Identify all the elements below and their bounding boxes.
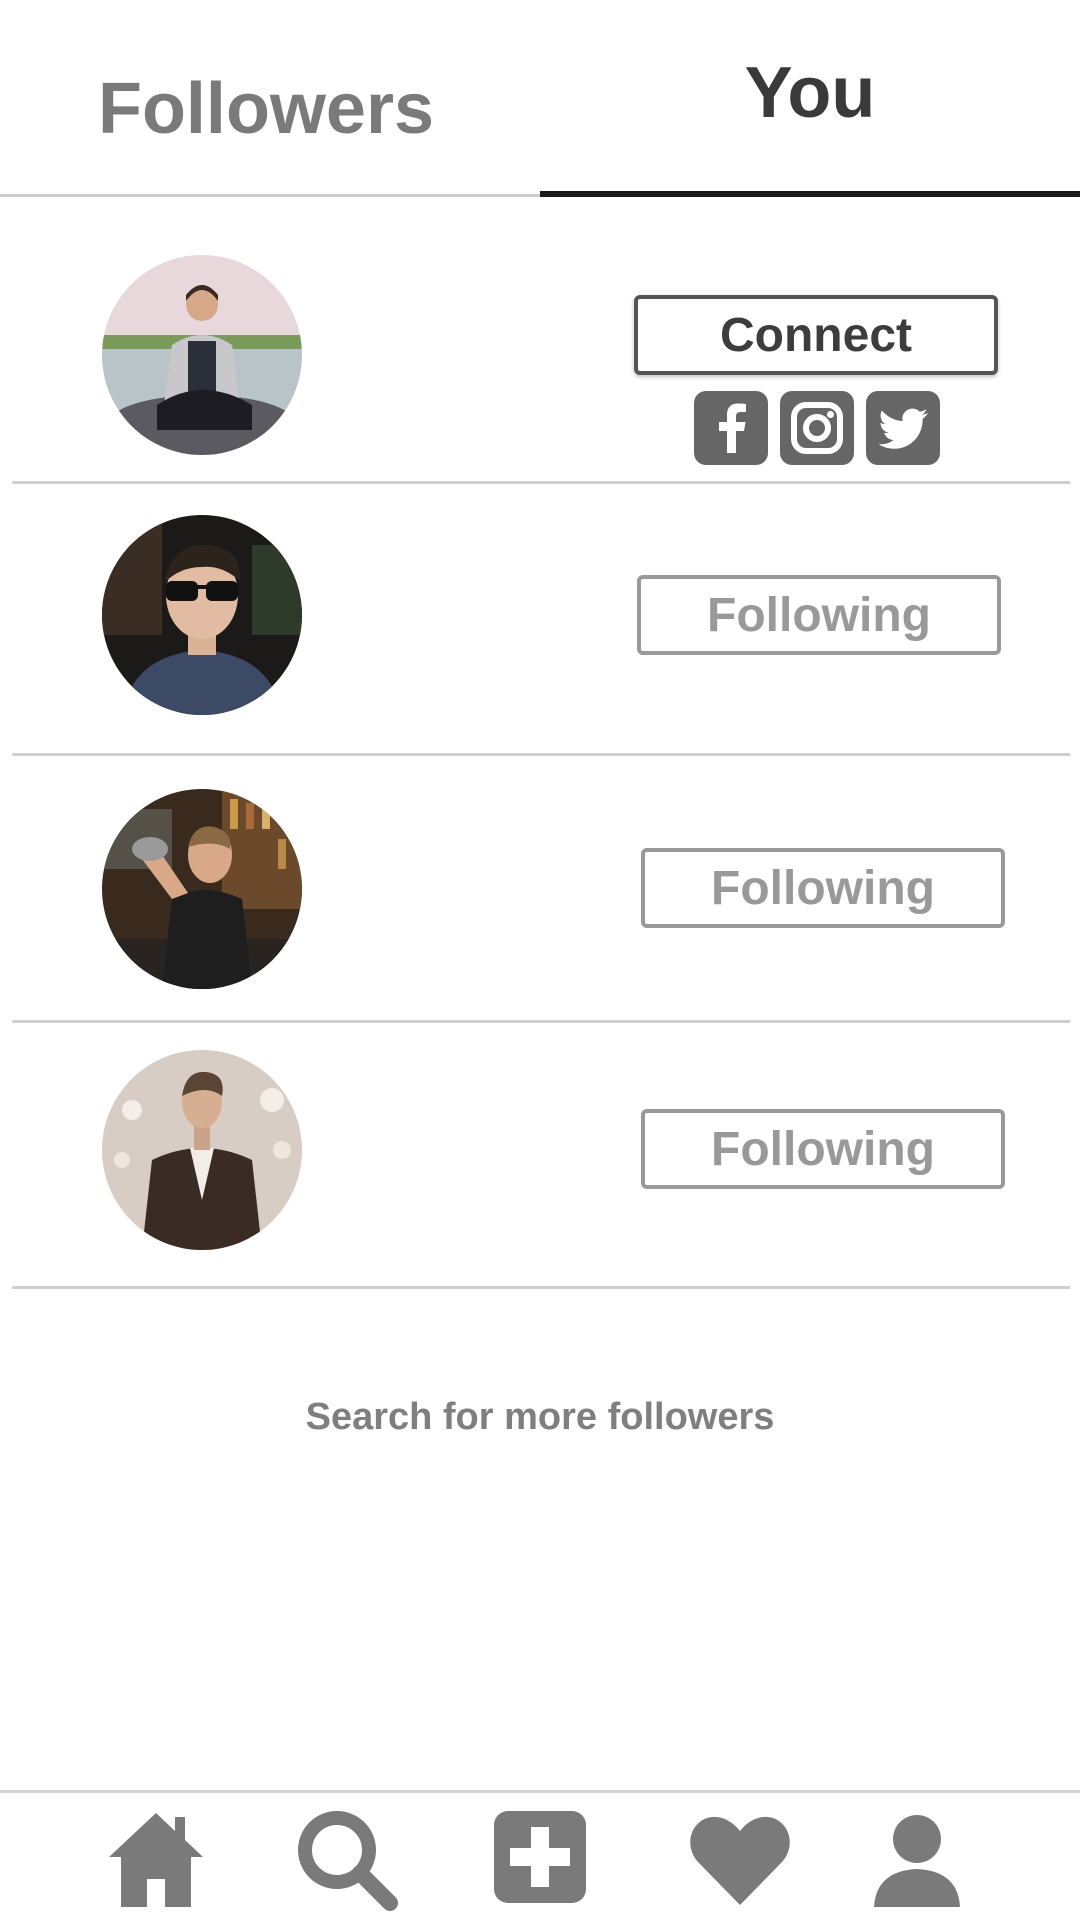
row-divider [12,481,1070,484]
avatar-photo-man-sunglasses [102,515,302,715]
tab-you-label: You [744,53,876,133]
row-divider [12,753,1070,756]
following-button-label: Following [711,861,935,915]
twitter-icon[interactable] [866,391,940,465]
connect-button-label: Connect [720,308,912,362]
tab-you[interactable]: You [540,0,1080,198]
avatar-photo-woman-in-boat [102,255,302,455]
search-more-followers-link[interactable]: Search for more followers [0,1396,1080,1439]
following-button[interactable]: Following [637,575,1001,655]
row-divider [12,1020,1070,1023]
facebook-icon[interactable] [694,391,768,465]
tab-followers[interactable]: Followers [0,0,540,198]
following-button-label: Following [711,1122,935,1176]
add-icon[interactable] [488,1805,598,1915]
connect-button[interactable]: Connect [634,295,998,375]
avatar[interactable] [102,1050,302,1250]
avatar-photo-bartender [102,789,302,989]
bottom-nav-divider [0,1790,1080,1793]
tab-followers-label: Followers [97,69,435,149]
avatar-photo-man-in-suit [102,1050,302,1250]
home-icon[interactable] [101,1805,211,1915]
instagram-icon[interactable] [780,391,854,465]
active-tab-indicator [540,191,1080,197]
following-button[interactable]: Following [641,848,1005,928]
following-button[interactable]: Following [641,1109,1005,1189]
avatar[interactable] [102,515,302,715]
profile-icon[interactable] [862,1805,972,1915]
tab-bar: Followers You [0,0,1080,198]
search-icon[interactable] [292,1805,402,1915]
avatar[interactable] [102,255,302,455]
heart-icon[interactable] [685,1805,795,1915]
following-button-label: Following [707,588,931,642]
avatar[interactable] [102,789,302,989]
row-divider [12,1286,1070,1289]
